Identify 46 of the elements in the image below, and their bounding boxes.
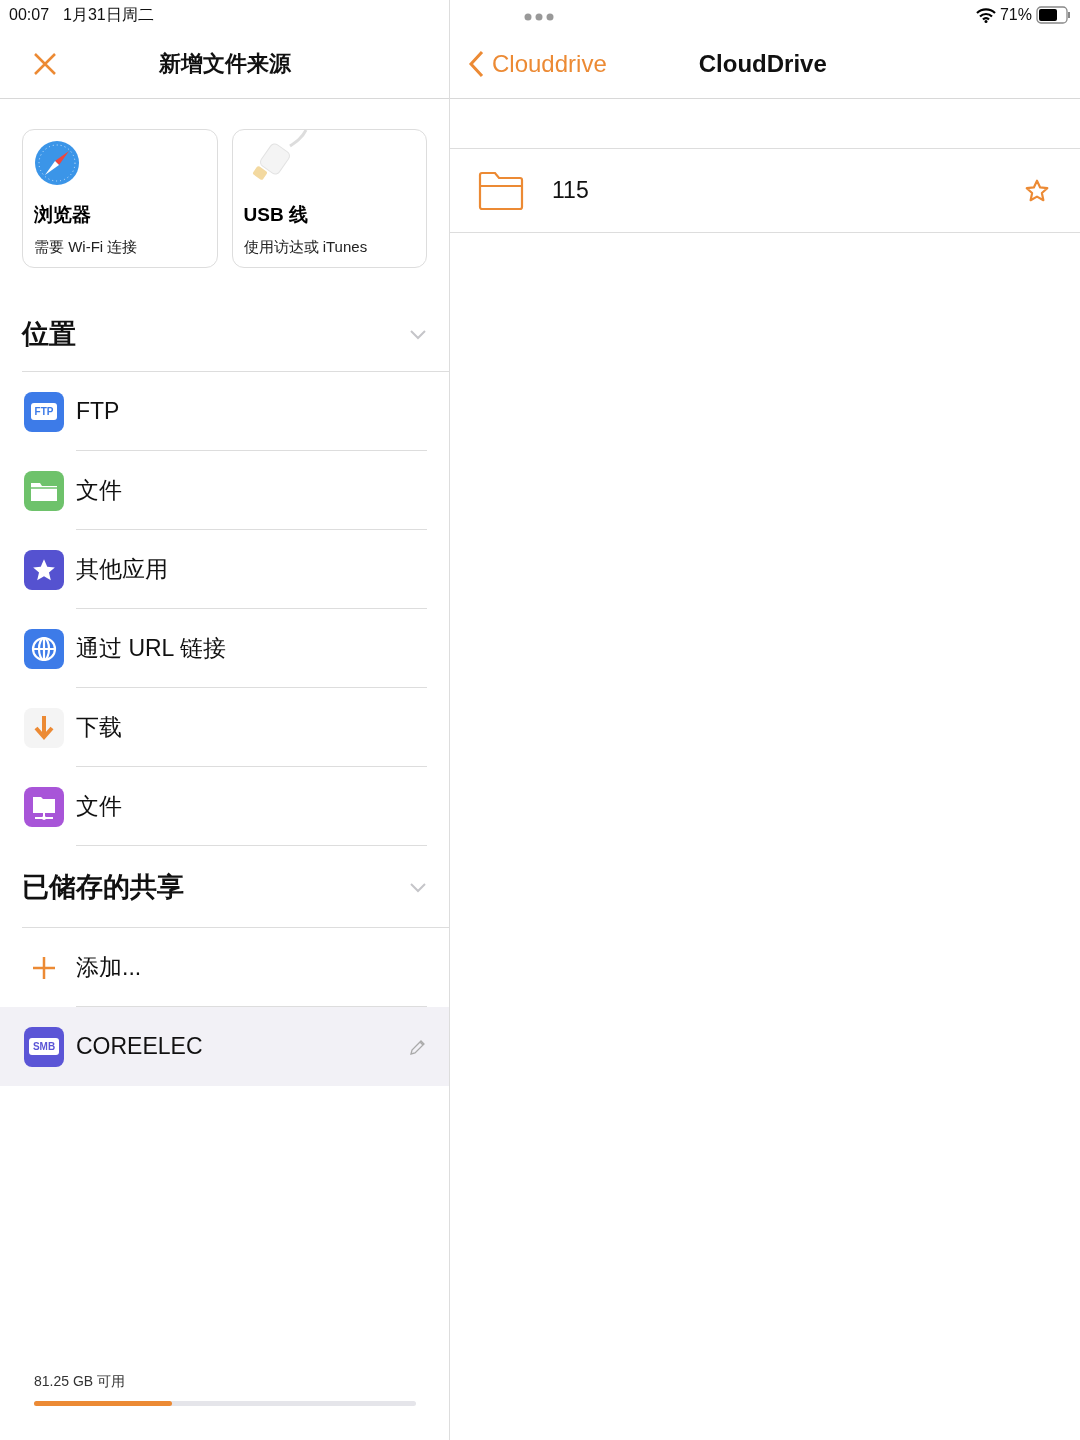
multitask-dots-icon[interactable] xyxy=(524,13,554,21)
source-list-item[interactable]: FTP FTP xyxy=(0,372,449,451)
compass-icon xyxy=(34,140,80,186)
source-list-item[interactable]: 通过 URL 链接 xyxy=(0,609,449,688)
ftp-folder-icon: FTP xyxy=(24,391,64,432)
card-title: USB 线 xyxy=(243,203,308,227)
source-label: COREELEC xyxy=(76,1033,204,1060)
status-time: 00:07 xyxy=(9,6,50,24)
status-date: 1月31日周二 xyxy=(63,4,154,25)
back-chevron-icon xyxy=(468,50,484,78)
source-list-item[interactable]: 文件 xyxy=(0,767,449,846)
source-list-item[interactable]: 其他应用 xyxy=(0,530,449,609)
card-subtitle: 需要 Wi-Fi 连接 xyxy=(34,238,138,257)
source-label: 文件 xyxy=(76,791,123,821)
folder-row[interactable]: 115 xyxy=(450,149,1080,233)
card-subtitle: 使用访达或 iTunes xyxy=(243,238,368,257)
close-button[interactable] xyxy=(32,51,58,77)
card-title: 浏览器 xyxy=(34,203,91,227)
source-list-item[interactable]: SMB COREELEC xyxy=(0,1007,449,1086)
source-label: 添加... xyxy=(76,952,143,982)
section-title: 已储存的共享 xyxy=(22,870,184,904)
folder-icon xyxy=(24,470,64,511)
chevron-icon[interactable] xyxy=(409,880,427,893)
globe-icon xyxy=(24,628,64,669)
battery-percent: 71% xyxy=(999,6,1032,24)
sheet-title: 新增文件来源 xyxy=(158,50,291,78)
browser-source-card[interactable]: 浏览器 需要 Wi-Fi 连接 xyxy=(22,129,218,268)
page-title: CloudDrive xyxy=(698,50,827,78)
storage-label: 81.25 GB 可用 xyxy=(34,1373,127,1391)
star-icon[interactable] xyxy=(1024,177,1050,204)
source-label: FTP xyxy=(76,397,121,425)
section-title: 位置 xyxy=(22,317,76,351)
source-label: 其他应用 xyxy=(76,554,169,584)
chevron-icon[interactable] xyxy=(409,327,427,340)
folder-icon xyxy=(478,170,524,211)
source-list-item[interactable]: 文件 xyxy=(0,451,449,530)
network-folder-icon xyxy=(24,786,64,827)
source-label: 通过 URL 链接 xyxy=(76,633,227,663)
source-label: 文件 xyxy=(76,475,123,505)
source-list-item[interactable]: 下载 xyxy=(0,688,449,767)
usb-source-card[interactable]: USB 线 使用访达或 iTunes xyxy=(231,129,427,268)
battery-icon xyxy=(1036,6,1072,24)
source-label: 下载 xyxy=(76,712,123,742)
smb-folder-icon: SMB xyxy=(24,1026,64,1067)
wifi-icon xyxy=(975,7,996,23)
folder-name: 115 xyxy=(552,177,590,204)
